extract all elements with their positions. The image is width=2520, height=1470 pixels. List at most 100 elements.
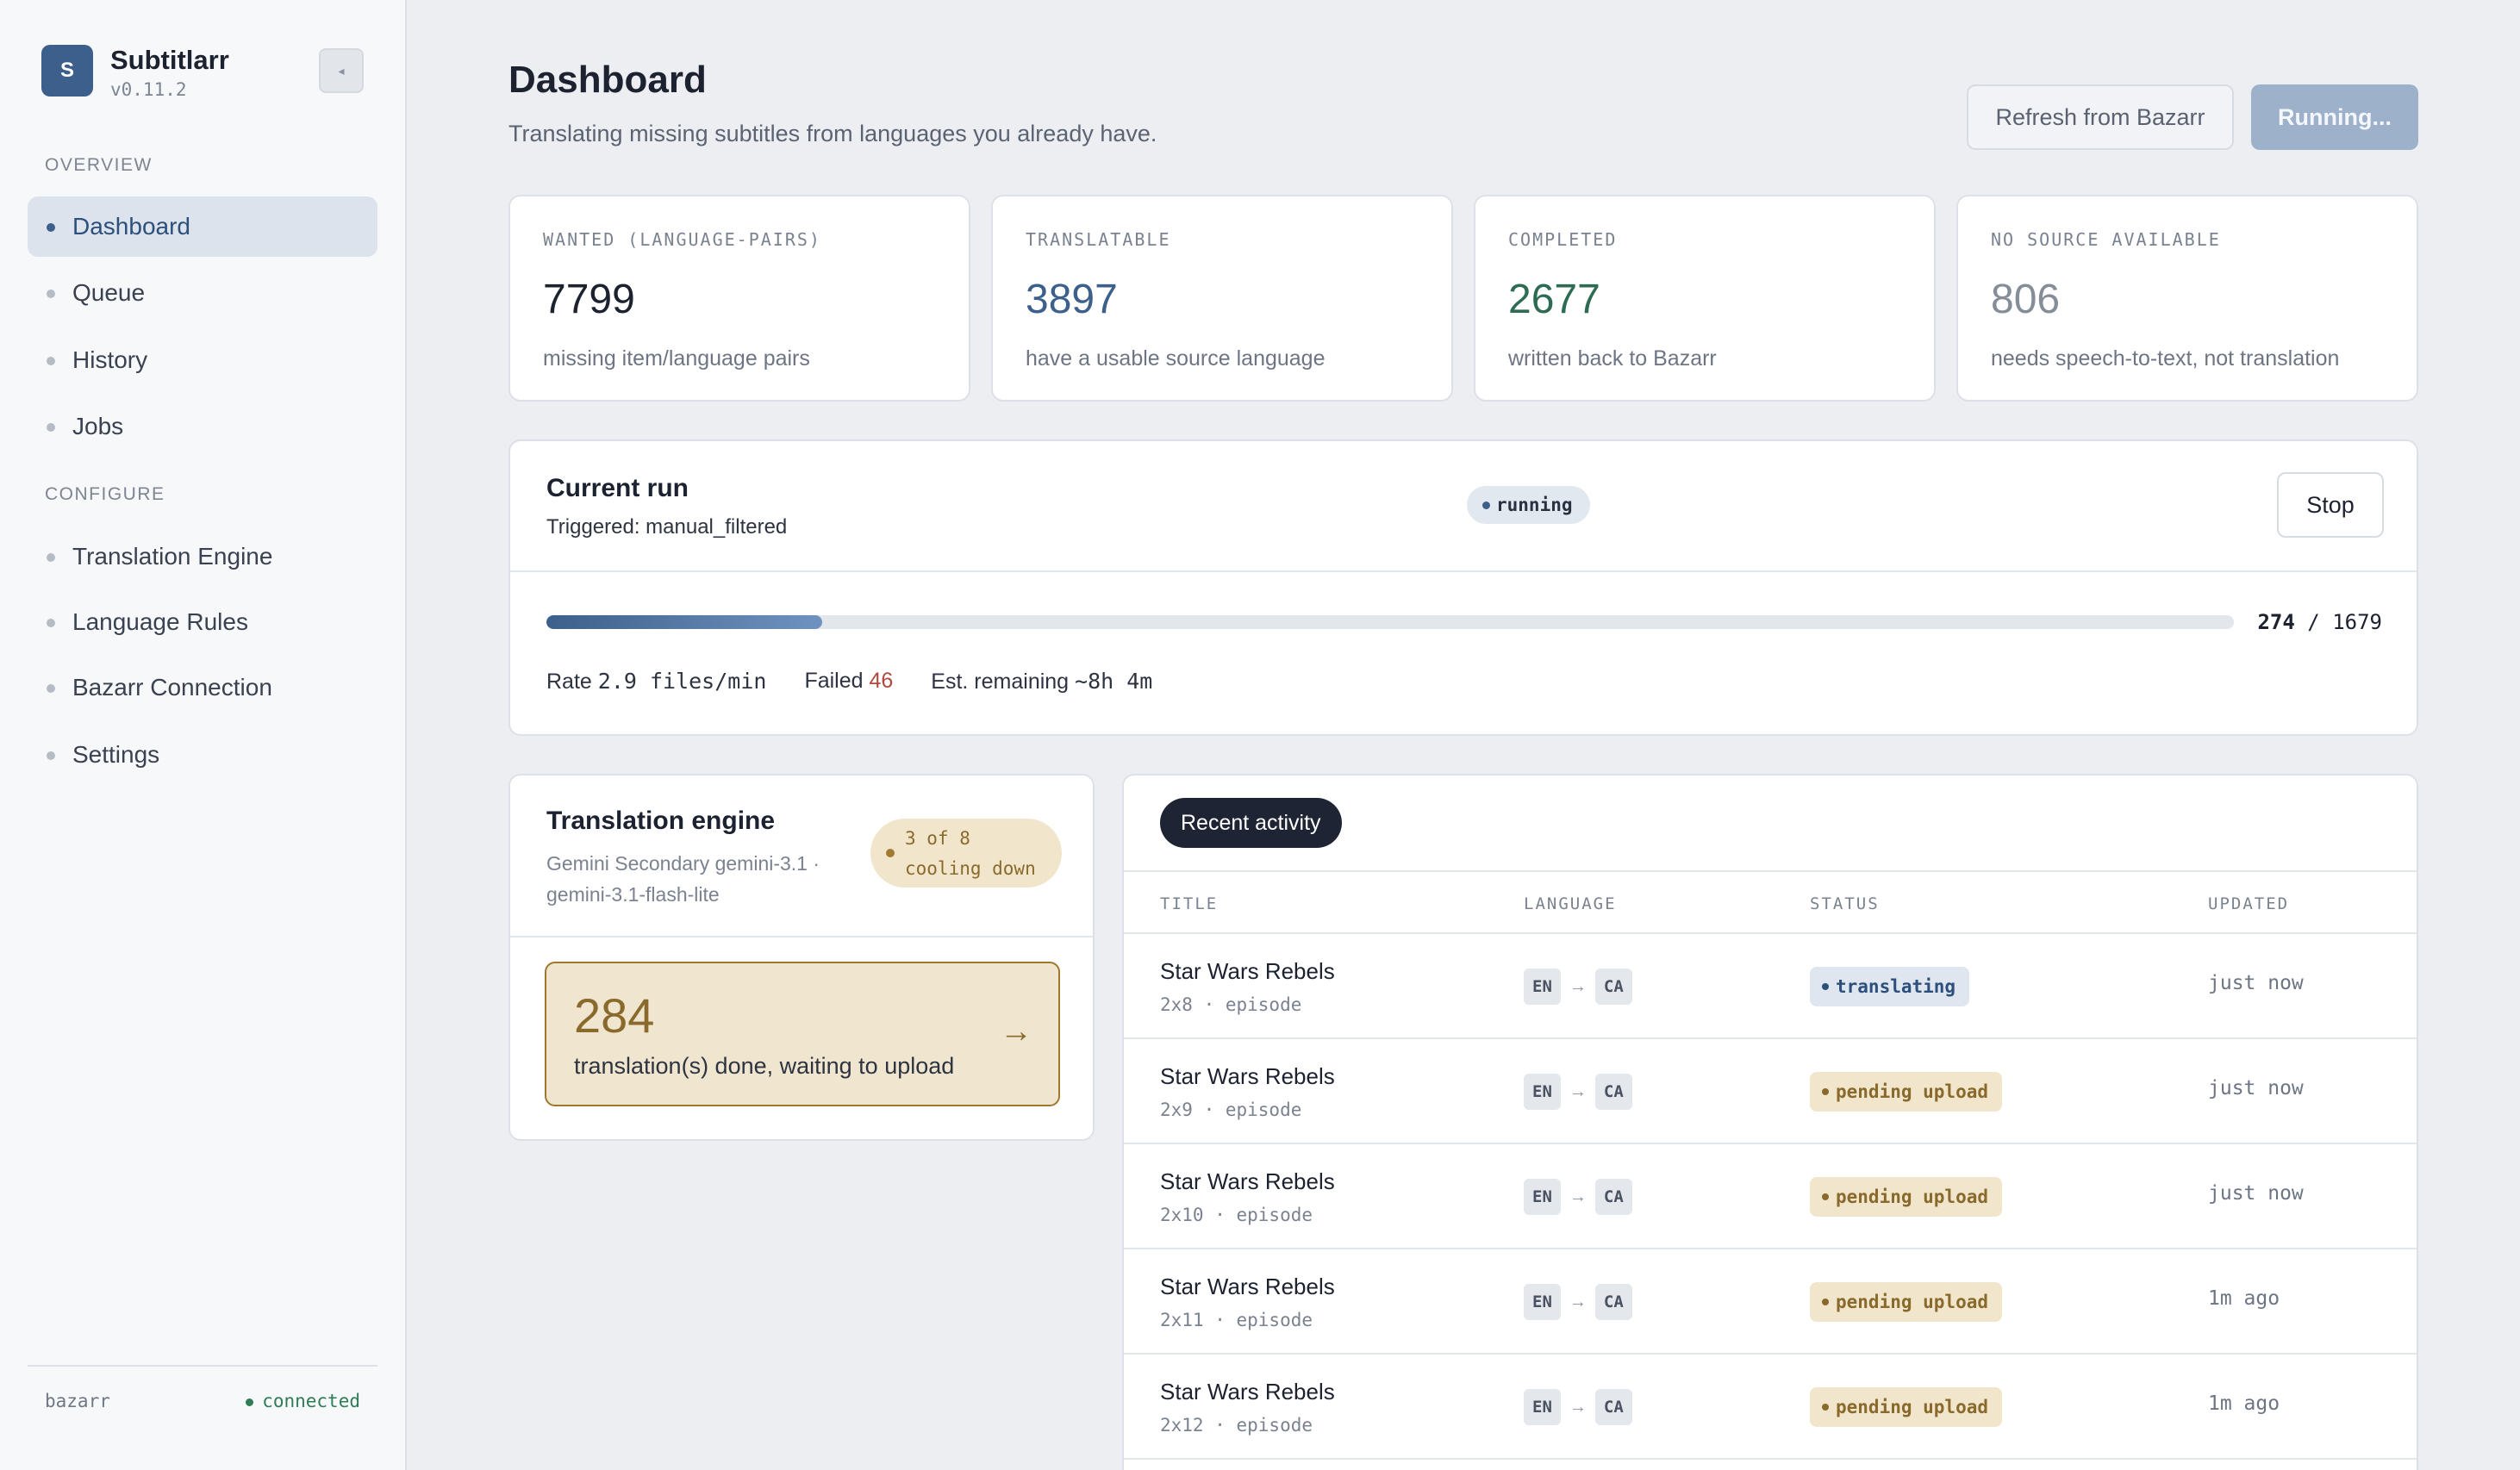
connection-status: connected [246, 1391, 360, 1411]
column-header-language[interactable]: LANGUAGE [1524, 894, 1617, 913]
failed-label: Failed [804, 669, 864, 693]
progress-total: 1679 [2332, 610, 2382, 634]
pending-upload-count: 284 [574, 988, 655, 1043]
status-badge: pending upload [1810, 1387, 2003, 1427]
column-header-updated[interactable]: UPDATED [2208, 894, 2289, 913]
stat-card-wanted: WANTED (LANGUAGE-PAIRS) 7799 missing ite… [508, 195, 970, 402]
collapse-sidebar-button[interactable]: ◂ [319, 48, 364, 93]
nav-section-overview: OVERVIEW [45, 155, 153, 175]
nav-dot-icon [47, 553, 55, 562]
divider [510, 936, 1093, 937]
stat-description: have a usable source language [1026, 346, 1325, 371]
sidebar-item-label: History [72, 346, 148, 373]
status-dot-icon [886, 849, 895, 857]
remaining-label: Est. remaining [931, 670, 1070, 694]
progress-count: 274 / 1679 [2257, 610, 2382, 634]
row-subtitle: 2x12 · episode [1160, 1415, 1313, 1436]
run-trigger: Triggered: manual_filtered [546, 515, 787, 539]
app-logo: S [41, 45, 93, 97]
connection-status-text: connected [262, 1391, 360, 1411]
column-header-status[interactable]: STATUS [1810, 894, 1880, 913]
row-subtitle: 2x9 · episode [1160, 1099, 1302, 1120]
status-badge: translating [1810, 967, 1970, 1006]
table-row[interactable]: Star Wars Rebels 2x8 · episode EN → CA transl… [1124, 934, 2417, 1039]
failed-metric: Failed 46 [804, 669, 893, 695]
language-pair: EN → CA [1524, 1389, 1632, 1425]
remaining-metric: Est. remaining ~8h 4m [931, 669, 1152, 695]
run-trigger-value: manual_filtered [646, 515, 788, 539]
sidebar-item-language-rules[interactable]: Language Rules [28, 592, 377, 652]
stat-description: written back to Bazarr [1508, 346, 1717, 371]
cooling-down-badge: 3 of 8 cooling down [870, 819, 1062, 888]
status-text: pending upload [1836, 1187, 1989, 1207]
table-row[interactable]: Star Wars Rebels 2x12 · episode EN → CA pendi… [1124, 1355, 2417, 1460]
status-dot-icon [1822, 1404, 1829, 1411]
nav-dot-icon [47, 423, 55, 432]
sidebar-footer: bazarr connected [28, 1365, 377, 1430]
stat-value: 3897 [1026, 277, 1118, 322]
stat-value: 2677 [1508, 277, 1600, 322]
cooling-line: 3 of 8 [905, 828, 970, 849]
pending-upload-button[interactable]: 284 translation(s) done, waiting to uplo… [545, 962, 1060, 1106]
sidebar-item-settings[interactable]: Settings [28, 725, 377, 785]
row-subtitle: 2x11 · episode [1160, 1310, 1313, 1330]
cooling-line: cooling down [905, 858, 1036, 879]
stat-card-completed: COMPLETED 2677 written back to Bazarr [1474, 195, 1936, 402]
sidebar-item-translation-engine[interactable]: Translation Engine [28, 526, 377, 587]
row-updated: just now [2208, 1077, 2304, 1099]
language-pair: EN → CA [1524, 969, 1632, 1005]
status-text: pending upload [1836, 1081, 1989, 1102]
status-dot-icon [246, 1398, 254, 1406]
status-text: translating [1836, 976, 1956, 997]
row-updated: 1m ago [2208, 1287, 2280, 1310]
row-title: Star Wars Rebels [1160, 1168, 1335, 1194]
stat-card-no-source: NO SOURCE AVAILABLE 806 needs speech-to-… [1956, 195, 2418, 402]
nav-dot-icon [47, 684, 55, 693]
remaining-value: ~8h 4m [1075, 669, 1153, 694]
status-text: pending upload [1836, 1397, 1989, 1417]
sidebar-item-dashboard[interactable]: Dashboard [28, 196, 377, 257]
current-run-title: Current run [546, 474, 689, 502]
source-language-chip: EN [1524, 1389, 1561, 1425]
row-subtitle: 2x10 · episode [1160, 1205, 1313, 1225]
stat-label: COMPLETED [1508, 229, 1618, 250]
row-updated: 1m ago [2208, 1392, 2280, 1415]
tab-recent-activity[interactable]: Recent activity [1160, 798, 1342, 848]
arrow-right-icon: → [1569, 1187, 1587, 1206]
table-row[interactable]: Star Wars Rebels 2x10 · episode EN → CA pendi… [1124, 1144, 2417, 1249]
stat-description: missing item/language pairs [543, 346, 810, 371]
sidebar-item-jobs[interactable]: Jobs [28, 396, 377, 457]
table-row[interactable]: Star Wars Rebels 2x11 · episode EN → CA pendi… [1124, 1249, 2417, 1355]
status-badge: pending upload [1810, 1282, 2003, 1322]
table-row[interactable]: Star Wars Rebels 2x9 · episode EN → CA pendin… [1124, 1039, 2417, 1144]
pending-upload-text: translation(s) done, waiting to upload [574, 1053, 955, 1079]
row-subtitle: 2x8 · episode [1160, 994, 1302, 1015]
running-button[interactable]: Running... [2251, 84, 2418, 150]
source-language-chip: EN [1524, 969, 1561, 1005]
stat-label: TRANSLATABLE [1026, 229, 1171, 250]
sidebar-item-label: Queue [72, 279, 146, 306]
column-header-title[interactable]: TITLE [1160, 894, 1218, 913]
source-language-chip: EN [1524, 1284, 1561, 1320]
run-trigger-label: Triggered: [546, 515, 640, 539]
refresh-from-bazarr-button[interactable]: Refresh from Bazarr [1967, 84, 2234, 150]
nav-dot-icon [47, 290, 55, 298]
row-title: Star Wars Rebels [1160, 958, 1335, 984]
language-pair: EN → CA [1524, 1179, 1632, 1215]
sidebar-item-bazarr-connection[interactable]: Bazarr Connection [28, 657, 377, 718]
row-title: Star Wars Rebels [1160, 1063, 1335, 1089]
sidebar-item-label: Jobs [72, 413, 124, 439]
divider [510, 570, 2417, 572]
engine-subtitle-line: gemini-3.1-flash-lite [546, 883, 720, 906]
translation-engine-card: Translation engine Gemini Secondary gemi… [508, 774, 1095, 1141]
progress-separator: / [2307, 610, 2320, 634]
row-updated: just now [2208, 1182, 2304, 1205]
sidebar-item-history[interactable]: History [28, 330, 377, 390]
sidebar-item-queue[interactable]: Queue [28, 263, 377, 323]
status-dot-icon [1822, 1193, 1829, 1200]
stop-button[interactable]: Stop [2277, 472, 2384, 538]
current-run-card: Current run Triggered: manual_filtered r… [508, 439, 2418, 736]
row-title: Star Wars Rebels [1160, 1379, 1335, 1405]
stat-label: WANTED (LANGUAGE-PAIRS) [543, 229, 821, 250]
arrow-right-icon: → [1569, 976, 1587, 996]
